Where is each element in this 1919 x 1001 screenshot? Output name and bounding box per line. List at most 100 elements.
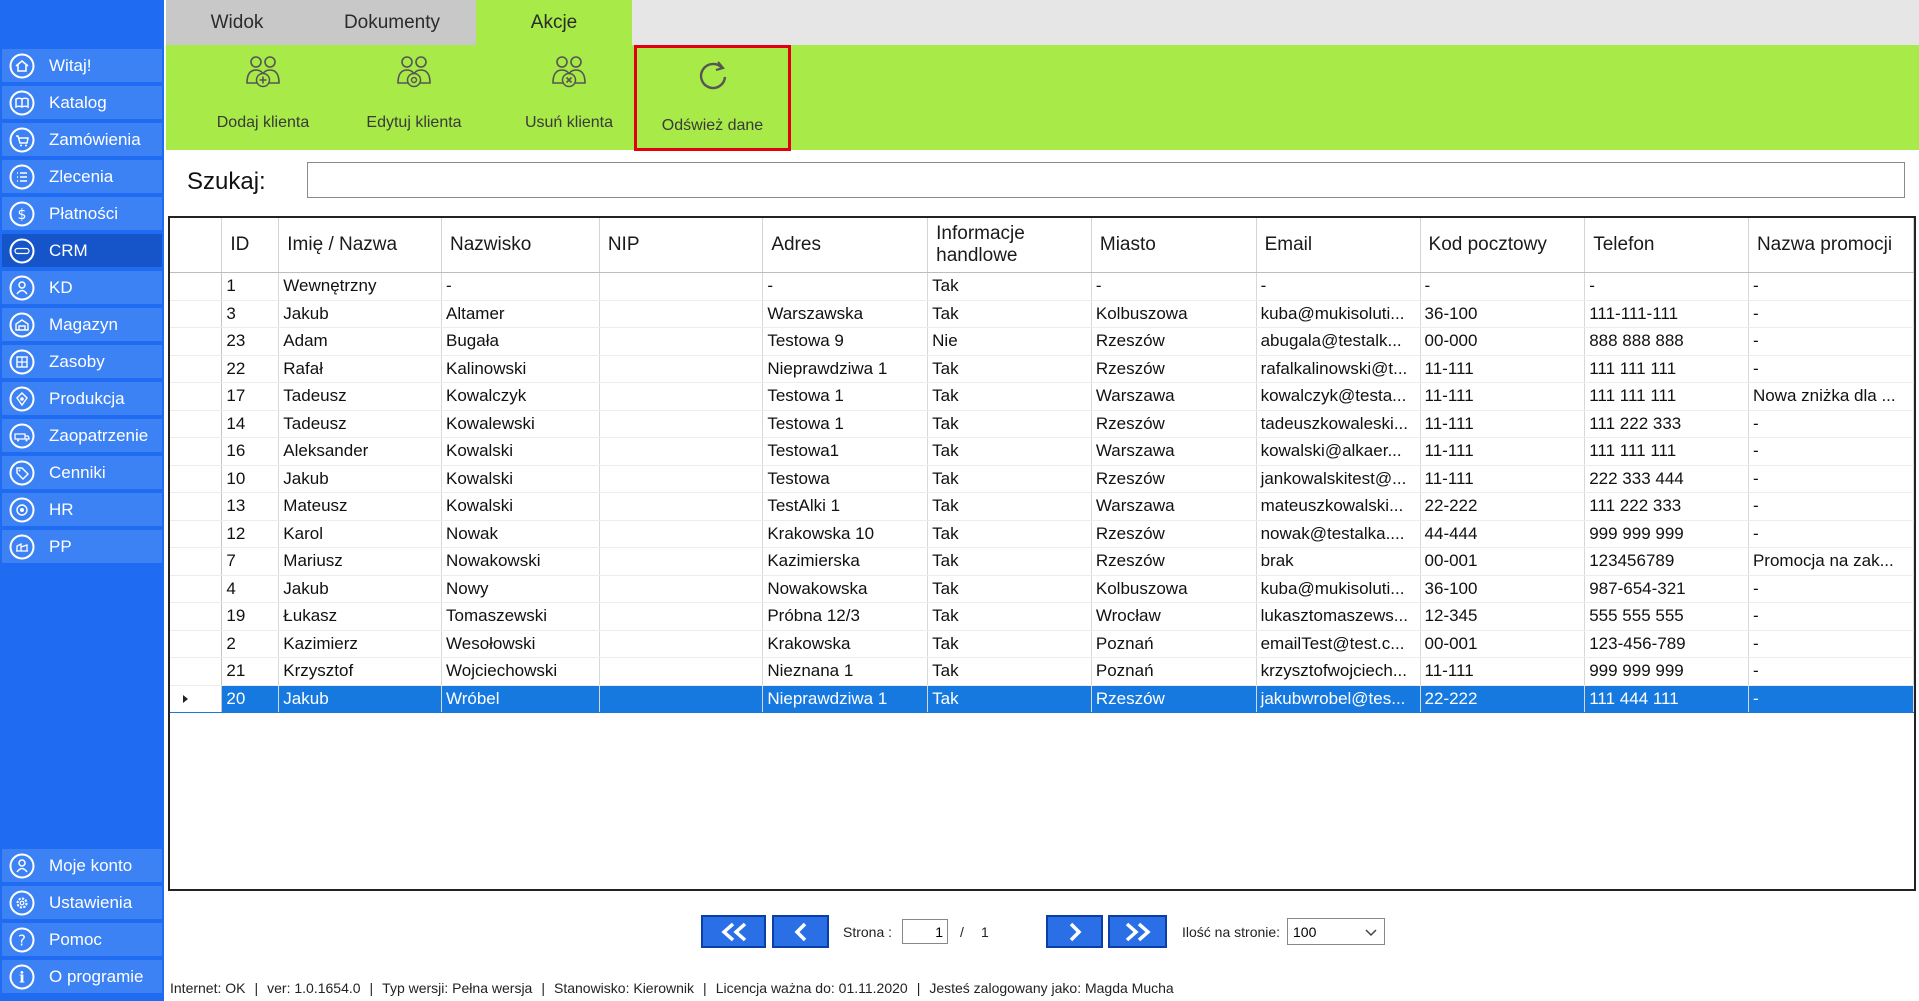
- table-cell[interactable]: [599, 410, 764, 438]
- table-cell[interactable]: Tak: [927, 492, 1092, 521]
- table-cell[interactable]: 12-345: [1420, 602, 1586, 631]
- row-header[interactable]: [170, 410, 223, 438]
- table-cell[interactable]: 111 111 111: [1584, 382, 1749, 411]
- table-cell[interactable]: brak: [1256, 547, 1421, 576]
- row-header[interactable]: [170, 657, 223, 686]
- table-cell[interactable]: 222 333 444: [1584, 465, 1749, 493]
- table-cell[interactable]: 12: [221, 520, 280, 548]
- table-cell[interactable]: Warszawa: [1091, 492, 1257, 521]
- table-cell[interactable]: 22-222: [1420, 685, 1586, 713]
- table-cell[interactable]: Bugała: [441, 327, 600, 356]
- table-cell[interactable]: [599, 437, 764, 466]
- row-header[interactable]: [170, 355, 223, 383]
- table-cell[interactable]: kowalski@alkaer...: [1256, 437, 1421, 466]
- table-row[interactable]: 23 Adam Bugała Testowa 9 Nie Rzeszów abugala@t…: [170, 327, 1914, 356]
- table-cell[interactable]: [599, 272, 764, 301]
- table-cell[interactable]: 987-654-321: [1584, 575, 1749, 603]
- table-row[interactable]: 20 Jakub Wróbel Nieprawdziwa 1 Tak Rzeszów jak…: [170, 685, 1914, 713]
- table-cell[interactable]: Tak: [927, 520, 1092, 548]
- table-cell[interactable]: 13: [221, 492, 280, 521]
- table-cell[interactable]: [599, 465, 764, 493]
- table-cell[interactable]: Tadeusz: [278, 382, 442, 411]
- table-cell[interactable]: Tak: [927, 437, 1092, 466]
- table-cell[interactable]: 14: [221, 410, 280, 438]
- column-header[interactable]: Email: [1256, 218, 1421, 273]
- table-cell[interactable]: 20: [221, 685, 280, 713]
- table-cell[interactable]: -: [441, 272, 600, 301]
- table-cell[interactable]: [599, 547, 764, 576]
- row-header[interactable]: [170, 327, 223, 356]
- first-page-button[interactable]: [701, 915, 766, 948]
- table-cell[interactable]: Rzeszów: [1091, 465, 1257, 493]
- table-cell[interactable]: Wojciechowski: [441, 657, 600, 686]
- next-page-button[interactable]: [1046, 915, 1103, 948]
- table-cell[interactable]: Nieprawdziwa 1: [762, 355, 929, 383]
- table-cell[interactable]: [599, 602, 764, 631]
- table-cell[interactable]: -: [1748, 520, 1914, 548]
- table-cell[interactable]: nowak@testalka....: [1256, 520, 1421, 548]
- table-cell[interactable]: [599, 575, 764, 603]
- table-row[interactable]: 12 Karol Nowak Krakowska 10 Tak Rzeszów nowak@…: [170, 520, 1914, 548]
- sidebar-item-produkcja[interactable]: Produkcja: [2, 382, 162, 415]
- table-cell[interactable]: mateuszkowalski...: [1256, 492, 1421, 521]
- table-cell[interactable]: Kazimierz: [278, 630, 442, 658]
- table-row[interactable]: 7 Mariusz Nowakowski Kazimierska Tak Rzeszów b…: [170, 547, 1914, 576]
- sidebar-item-moje-konto[interactable]: Moje konto: [2, 849, 162, 882]
- table-cell[interactable]: Tak: [927, 602, 1092, 631]
- table-cell[interactable]: abugala@testalk...: [1256, 327, 1421, 356]
- table-cell[interactable]: Tak: [927, 465, 1092, 493]
- column-header[interactable]: Nazwisko: [441, 218, 600, 273]
- table-cell[interactable]: -: [1748, 410, 1914, 438]
- column-header[interactable]: Adres: [762, 218, 929, 273]
- table-cell[interactable]: Rzeszów: [1091, 520, 1257, 548]
- table-cell[interactable]: 22-222: [1420, 492, 1586, 521]
- table-cell[interactable]: -: [1748, 327, 1914, 356]
- table-cell[interactable]: Łukasz: [278, 602, 442, 631]
- table-cell[interactable]: Nowakowski: [441, 547, 600, 576]
- table-cell[interactable]: Promocja na zak...: [1748, 547, 1914, 576]
- table-cell[interactable]: Jakub: [278, 465, 442, 493]
- table-cell[interactable]: Rzeszów: [1091, 327, 1257, 356]
- table-cell[interactable]: 111 222 333: [1584, 410, 1749, 438]
- sidebar-item-magazyn[interactable]: Magazyn: [2, 308, 162, 341]
- sidebar-item-platnosci[interactable]: $ Płatności: [2, 197, 162, 230]
- table-cell[interactable]: Nowy: [441, 575, 600, 603]
- table-cell[interactable]: jankowalskitest@...: [1256, 465, 1421, 493]
- table-row[interactable]: 22 Rafał Kalinowski Nieprawdziwa 1 Tak Rzeszó…: [170, 355, 1914, 383]
- table-cell[interactable]: [599, 355, 764, 383]
- table-cell[interactable]: -: [1748, 602, 1914, 631]
- row-header[interactable]: [170, 300, 223, 328]
- table-cell[interactable]: Nowak: [441, 520, 600, 548]
- table-cell[interactable]: 11-111: [1420, 465, 1586, 493]
- add-client-button[interactable]: Dodaj klienta: [188, 45, 338, 150]
- table-cell[interactable]: Rzeszów: [1091, 685, 1257, 713]
- row-header[interactable]: [170, 437, 223, 466]
- table-cell[interactable]: 111 111 111: [1584, 355, 1749, 383]
- table-cell[interactable]: Adam: [278, 327, 442, 356]
- column-header[interactable]: Informacje handlowe: [927, 218, 1092, 273]
- table-cell[interactable]: Tak: [927, 300, 1092, 328]
- table-cell[interactable]: 111 222 333: [1584, 492, 1749, 521]
- sidebar-item-pp[interactable]: PP: [2, 530, 162, 563]
- table-cell[interactable]: Tak: [927, 382, 1092, 411]
- tab-widok[interactable]: Widok: [166, 0, 308, 45]
- table-cell[interactable]: Warszawska: [762, 300, 929, 328]
- table-cell[interactable]: Nie: [927, 327, 1092, 356]
- table-cell[interactable]: 17: [221, 382, 280, 411]
- table-cell[interactable]: -: [1748, 465, 1914, 493]
- table-cell[interactable]: krzysztofwojciech...: [1256, 657, 1421, 686]
- row-header[interactable]: [170, 575, 223, 603]
- table-cell[interactable]: 111 444 111: [1584, 685, 1749, 713]
- table-cell[interactable]: Tak: [927, 575, 1092, 603]
- table-cell[interactable]: Krakowska: [762, 630, 929, 658]
- sidebar-item-zamowienia[interactable]: Zamówienia: [2, 123, 162, 156]
- row-header[interactable]: [170, 382, 223, 411]
- column-header[interactable]: Imię / Nazwa: [278, 218, 442, 273]
- table-cell[interactable]: lukasztomaszews...: [1256, 602, 1421, 631]
- table-cell[interactable]: Próbna 12/3: [762, 602, 929, 631]
- table-cell[interactable]: [599, 327, 764, 356]
- sidebar-item-ustawienia[interactable]: Ustawienia: [2, 886, 162, 919]
- table-row[interactable]: 13 Mateusz Kowalski TestAlki 1 Tak Warszawa ma…: [170, 492, 1914, 521]
- table-cell[interactable]: 123456789: [1584, 547, 1749, 576]
- table-cell[interactable]: Kowalczyk: [441, 382, 600, 411]
